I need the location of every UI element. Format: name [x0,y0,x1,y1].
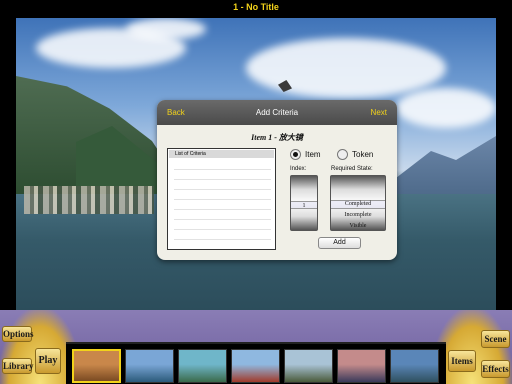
play-button[interactable]: Play [35,348,61,374]
next-button[interactable]: Next [371,108,387,117]
radio-item-dot[interactable] [290,148,301,160]
window-title: 1 - No Title [0,0,512,18]
radio-item-label: Item [305,149,321,159]
scene-button[interactable]: Scene [481,330,510,348]
index-value: 1 [291,201,317,209]
index-label: Index: [290,166,307,172]
library-button[interactable]: Library [2,358,34,374]
dialog-header: Back Add Criteria Next [157,100,397,125]
scene-thumbnail-mountain-ruins[interactable] [284,349,333,383]
bottom-toolbar: Options Library Play Items Scene Effects [0,310,512,384]
state-option-visible[interactable]: Visible [331,222,385,230]
scene-thumbnail-temple[interactable] [231,349,280,383]
list-divider [174,189,271,190]
list-divider [174,199,271,200]
list-divider [174,179,271,180]
town [24,186,154,214]
items-button[interactable]: Items [448,350,476,372]
cloud [396,88,496,128]
scene-thumbnail-beach-cove[interactable] [178,349,227,383]
add-criteria-dialog: Back Add Criteria Next Item 1 - 放大镜 List… [157,100,397,260]
item-title: Item 1 - 放大镜 [251,133,303,142]
mountain-right [396,136,496,196]
cloud [126,18,206,40]
options-button[interactable]: Options [2,326,34,342]
scene-thumbnail-lake-mountains[interactable] [390,349,439,383]
scene-thumbnail-island-cliff[interactable] [125,349,174,383]
radio-token[interactable]: Token [337,148,373,160]
criteria-list[interactable]: List of Criteria [167,148,276,250]
scene-thumbnail-city-dusk[interactable] [337,349,386,383]
scene-thumbnail-strip[interactable] [66,342,446,384]
list-divider [174,209,271,210]
effects-button[interactable]: Effects [481,360,510,378]
state-option-incomplete[interactable]: Incomplete [331,211,385,220]
list-divider [174,169,271,170]
add-button[interactable]: Add [318,237,361,249]
list-divider [174,229,271,230]
list-divider [174,219,271,220]
dialog-title: Add Criteria [255,108,299,117]
scene-thumbnail-wooden-room[interactable] [72,349,121,383]
radio-token-label: Token [352,149,374,159]
cloud [246,38,446,98]
radio-token-dot[interactable] [337,148,348,160]
required-state-picker[interactable]: Completed Incomplete Visible [330,175,386,231]
radio-item[interactable]: Item [290,148,321,160]
list-divider [174,239,271,240]
index-picker[interactable]: 1 [290,175,318,231]
criteria-list-header: List of Criteria [169,150,274,158]
required-state-label: Required State: [331,166,373,172]
state-option-completed[interactable]: Completed [331,200,385,209]
